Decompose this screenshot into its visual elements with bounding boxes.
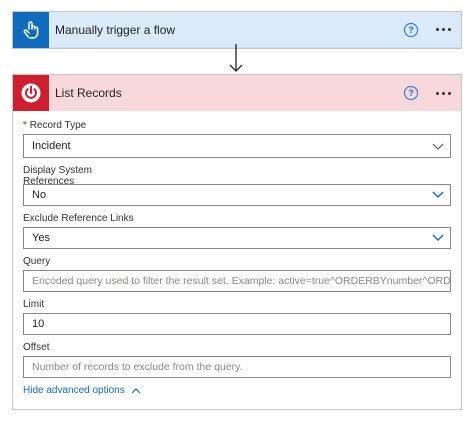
action-title: List Records [55,86,122,100]
more-dots-icon[interactable] [436,23,451,37]
required-marker: * [23,120,27,131]
display-system-references-label: Display System References [23,165,92,184]
trigger-title: Manually trigger a flow [55,22,176,37]
limit-field: Limit 10 [23,299,451,335]
chevron-down-icon [432,234,444,241]
display-system-references-dropdown[interactable]: No [23,184,451,206]
chevron-up-icon [131,387,141,393]
query-field: Query Encoded query used to filter the r… [23,256,451,292]
offset-label: Offset [23,342,50,353]
list-records-card[interactable]: List Records ? * Record Type Incident Di… [12,74,462,410]
limit-input[interactable]: 10 [23,313,451,335]
query-label: Query [23,256,51,267]
record-type-dropdown[interactable]: Incident [23,134,451,158]
action-fields: * Record Type Incident Display System Re… [13,111,461,396]
query-input[interactable]: Encoded query used to filter the result … [23,270,451,292]
offset-input[interactable]: Number of records to exclude from the qu… [23,356,451,378]
display-system-references-field: Display System References No [23,165,451,206]
record-type-label: * Record Type [23,120,87,131]
exclude-reference-links-dropdown[interactable]: Yes [23,227,451,249]
chevron-down-icon [432,143,444,150]
offset-field: Offset Number of records to exclude from… [23,342,451,378]
exclude-reference-links-field: Exclude Reference Links Yes [23,213,451,249]
help-circle-icon[interactable]: ? [404,86,418,100]
limit-label: Limit [23,299,45,310]
hide-advanced-options-link[interactable]: Hide advanced options [23,385,451,396]
power-icon [13,75,49,111]
arrow-down-icon [229,44,243,72]
help-circle-icon[interactable]: ? [404,22,418,37]
hand-tap-icon [13,11,49,48]
record-type-field: * Record Type Incident [23,120,451,158]
action-header[interactable]: List Records ? [13,75,461,111]
trigger-header[interactable]: Manually trigger a flow ? [13,11,461,48]
more-dots-icon[interactable] [436,86,451,100]
exclude-reference-links-label: Exclude Reference Links [23,213,134,224]
chevron-down-icon [432,191,444,198]
